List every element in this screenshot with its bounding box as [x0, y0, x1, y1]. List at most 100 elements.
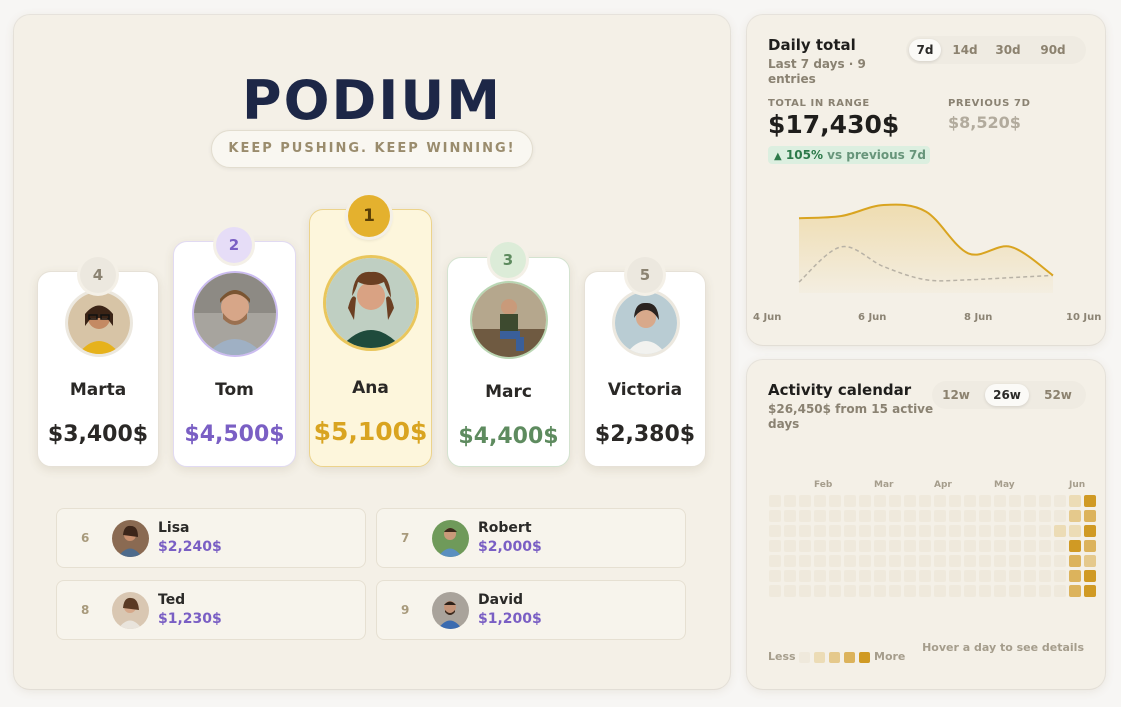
podium-card-rank-5[interactable]: Victoria $2,380$: [584, 271, 706, 467]
heatmap-day-cell[interactable]: [799, 555, 811, 567]
heatmap-day-cell[interactable]: [1069, 555, 1081, 567]
heatmap-day-cell[interactable]: [1009, 495, 1021, 507]
heatmap-day-cell[interactable]: [1009, 540, 1021, 552]
heatmap-day-cell[interactable]: [1054, 510, 1066, 522]
heatmap-day-cell[interactable]: [844, 555, 856, 567]
heatmap-day-cell[interactable]: [1069, 510, 1081, 522]
heatmap-day-cell[interactable]: [784, 570, 796, 582]
heatmap-day-cell[interactable]: [964, 510, 976, 522]
heatmap-day-cell[interactable]: [874, 570, 886, 582]
heatmap-day-cell[interactable]: [889, 555, 901, 567]
podium-card-rank-4[interactable]: Marta $3,400$: [37, 271, 159, 467]
heatmap-day-cell[interactable]: [1009, 585, 1021, 597]
heatmap-day-cell[interactable]: [769, 510, 781, 522]
heatmap-day-cell[interactable]: [799, 525, 811, 537]
heatmap-day-cell[interactable]: [859, 495, 871, 507]
heatmap-day-cell[interactable]: [1084, 585, 1096, 597]
heatmap-day-cell[interactable]: [1039, 495, 1051, 507]
heatmap-day-cell[interactable]: [949, 540, 961, 552]
range-12w[interactable]: 12w: [936, 384, 976, 406]
heatmap-day-cell[interactable]: [919, 525, 931, 537]
heatmap-day-cell[interactable]: [1039, 585, 1051, 597]
heatmap-day-cell[interactable]: [784, 540, 796, 552]
heatmap-day-cell[interactable]: [979, 585, 991, 597]
heatmap-day-cell[interactable]: [1024, 540, 1036, 552]
heatmap-day-cell[interactable]: [769, 570, 781, 582]
heatmap-day-cell[interactable]: [814, 555, 826, 567]
range-14d[interactable]: 14d: [947, 39, 983, 61]
heatmap-day-cell[interactable]: [1054, 585, 1066, 597]
podium-card-rank-2[interactable]: Tom $4,500$: [173, 241, 296, 467]
heatmap-day-cell[interactable]: [829, 570, 841, 582]
heatmap-day-cell[interactable]: [799, 510, 811, 522]
heatmap-day-cell[interactable]: [859, 555, 871, 567]
heatmap-day-cell[interactable]: [799, 540, 811, 552]
heatmap-day-cell[interactable]: [979, 555, 991, 567]
heatmap-day-cell[interactable]: [769, 540, 781, 552]
heatmap-day-cell[interactable]: [784, 585, 796, 597]
heatmap-day-cell[interactable]: [1039, 525, 1051, 537]
heatmap-day-cell[interactable]: [919, 570, 931, 582]
heatmap-day-cell[interactable]: [979, 525, 991, 537]
heatmap-day-cell[interactable]: [844, 510, 856, 522]
range-26w[interactable]: 26w: [985, 384, 1029, 406]
heatmap-day-cell[interactable]: [919, 540, 931, 552]
heatmap-day-cell[interactable]: [919, 510, 931, 522]
heatmap-day-cell[interactable]: [964, 495, 976, 507]
podium-card-rank-1[interactable]: Ana $5,100$: [309, 209, 432, 467]
heatmap-day-cell[interactable]: [934, 570, 946, 582]
heatmap-day-cell[interactable]: [859, 540, 871, 552]
heatmap-day-cell[interactable]: [874, 540, 886, 552]
heatmap-day-cell[interactable]: [904, 555, 916, 567]
heatmap-day-cell[interactable]: [889, 570, 901, 582]
heatmap-day-cell[interactable]: [889, 540, 901, 552]
heatmap-day-cell[interactable]: [1009, 510, 1021, 522]
heatmap-day-cell[interactable]: [1054, 495, 1066, 507]
heatmap-day-cell[interactable]: [829, 585, 841, 597]
heatmap-day-cell[interactable]: [1024, 525, 1036, 537]
heatmap-day-cell[interactable]: [814, 570, 826, 582]
list-item[interactable]: 7 Robert $2,000$: [376, 508, 686, 568]
heatmap-day-cell[interactable]: [874, 525, 886, 537]
range-30d[interactable]: 30d: [989, 39, 1027, 61]
heatmap-day-cell[interactable]: [1084, 570, 1096, 582]
heatmap-day-cell[interactable]: [844, 585, 856, 597]
heatmap-day-cell[interactable]: [829, 555, 841, 567]
heatmap-day-cell[interactable]: [769, 585, 781, 597]
heatmap-day-cell[interactable]: [979, 540, 991, 552]
heatmap-day-cell[interactable]: [904, 510, 916, 522]
heatmap-day-cell[interactable]: [844, 495, 856, 507]
heatmap-day-cell[interactable]: [904, 540, 916, 552]
heatmap-day-cell[interactable]: [1069, 540, 1081, 552]
heatmap-day-cell[interactable]: [964, 540, 976, 552]
heatmap-day-cell[interactable]: [799, 585, 811, 597]
heatmap-day-cell[interactable]: [874, 585, 886, 597]
heatmap-day-cell[interactable]: [814, 510, 826, 522]
heatmap-day-cell[interactable]: [994, 540, 1006, 552]
heatmap-day-cell[interactable]: [1039, 570, 1051, 582]
heatmap-day-cell[interactable]: [1024, 555, 1036, 567]
heatmap-day-cell[interactable]: [949, 495, 961, 507]
heatmap-day-cell[interactable]: [1084, 555, 1096, 567]
heatmap-day-cell[interactable]: [769, 525, 781, 537]
heatmap-day-cell[interactable]: [1084, 525, 1096, 537]
heatmap-day-cell[interactable]: [889, 525, 901, 537]
heatmap-day-cell[interactable]: [769, 495, 781, 507]
range-52w[interactable]: 52w: [1036, 384, 1080, 406]
heatmap-day-cell[interactable]: [949, 510, 961, 522]
heatmap-day-cell[interactable]: [934, 555, 946, 567]
list-item[interactable]: 6 Lisa $2,240$: [56, 508, 366, 568]
heatmap-day-cell[interactable]: [799, 495, 811, 507]
heatmap-day-cell[interactable]: [1054, 555, 1066, 567]
heatmap-day-cell[interactable]: [994, 555, 1006, 567]
heatmap-day-cell[interactable]: [934, 495, 946, 507]
heatmap-day-cell[interactable]: [1054, 570, 1066, 582]
heatmap-day-cell[interactable]: [904, 495, 916, 507]
heatmap-day-cell[interactable]: [964, 585, 976, 597]
heatmap-day-cell[interactable]: [1084, 495, 1096, 507]
heatmap-day-cell[interactable]: [994, 585, 1006, 597]
heatmap-day-cell[interactable]: [994, 495, 1006, 507]
heatmap-day-cell[interactable]: [1069, 495, 1081, 507]
heatmap-day-cell[interactable]: [814, 540, 826, 552]
heatmap-day-cell[interactable]: [1084, 510, 1096, 522]
